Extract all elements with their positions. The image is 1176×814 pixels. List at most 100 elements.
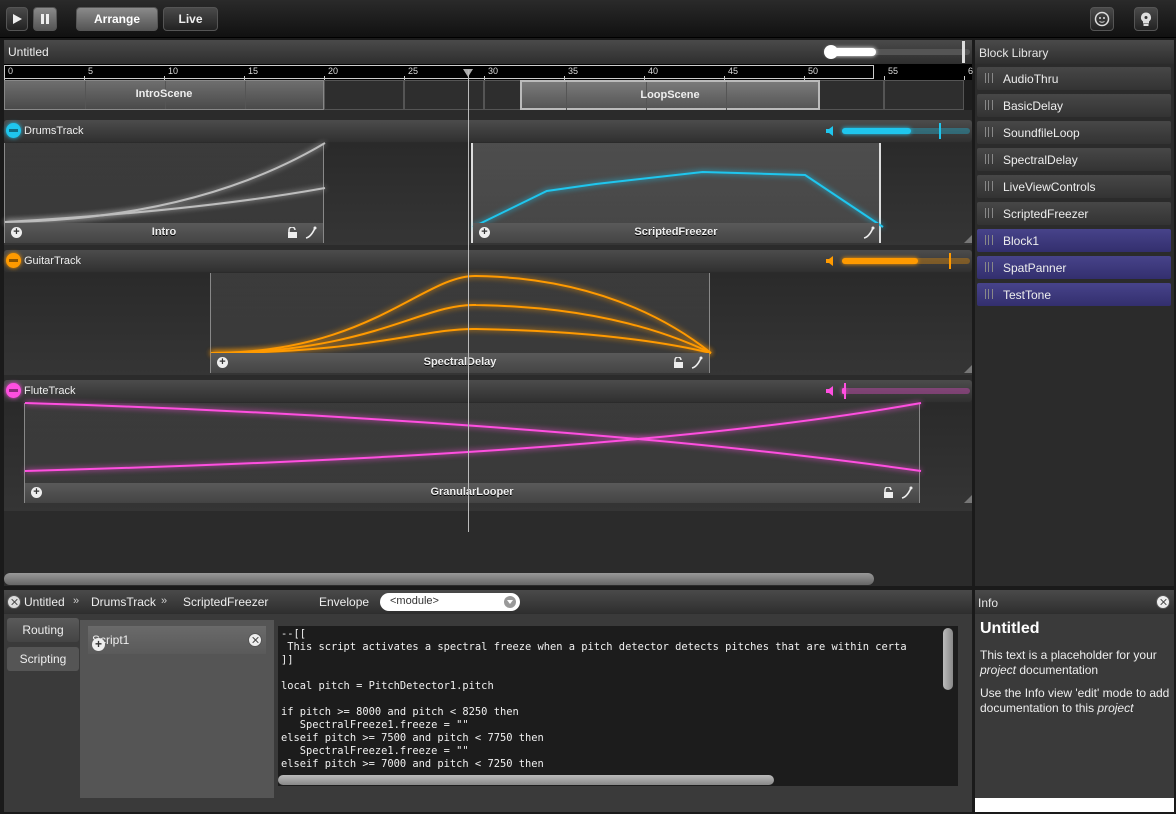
track-volume-slider[interactable] xyxy=(842,383,970,399)
timeline-ruler[interactable]: 0 5 10 15 20 25 30 35 40 45 50 55 6 xyxy=(4,64,973,80)
scene-block[interactable]: LoopScene xyxy=(520,80,820,110)
block-library-title: Block Library xyxy=(975,40,1174,64)
zoom-slider[interactable] xyxy=(824,41,970,63)
track-volume-handle[interactable] xyxy=(843,383,846,399)
block-title-bar[interactable]: + Intro xyxy=(5,223,323,243)
track-volume-slider[interactable] xyxy=(842,123,970,139)
track-color-icon[interactable] xyxy=(6,253,21,268)
envelope-curve-icon[interactable] xyxy=(305,226,318,239)
library-item[interactable]: TestTone xyxy=(977,283,1171,306)
info-paragraph: This text is a placeholder for your proj… xyxy=(980,648,1172,678)
pause-button[interactable] xyxy=(33,7,57,31)
library-item-label: SoundfileLoop xyxy=(1003,126,1080,140)
library-item-label: AudioThru xyxy=(1003,72,1059,86)
face-button[interactable] xyxy=(1090,7,1114,31)
scene-slot[interactable] xyxy=(404,80,484,110)
code-vertical-scrollbar[interactable] xyxy=(943,628,953,690)
lane-resize-handle[interactable] xyxy=(964,495,972,503)
editor-header: Untitled » DrumsTrack » ScriptedFreezer … xyxy=(4,590,972,614)
ruler-tick-label: 10 xyxy=(168,66,179,76)
library-item-label: BasicDelay xyxy=(1003,99,1064,113)
scene-name: IntroScene xyxy=(135,88,193,100)
library-item[interactable]: SpatPanner xyxy=(977,256,1171,279)
close-icon[interactable] xyxy=(248,633,262,647)
bulb-button[interactable] xyxy=(1134,7,1158,31)
drag-handle-icon xyxy=(985,289,993,299)
breadcrumb-project[interactable]: Untitled xyxy=(24,595,65,609)
envelope-curve-icon[interactable] xyxy=(901,486,914,499)
info-panel: Info Untitled This text is a placeholder… xyxy=(975,590,1174,812)
track-color-icon[interactable] xyxy=(6,383,21,398)
track-color-icon[interactable] xyxy=(6,123,21,138)
lane-resize-handle[interactable] xyxy=(964,235,972,243)
ruler-tick-label: 30 xyxy=(488,66,499,76)
ruler-tick-label: 0 xyxy=(8,66,14,76)
arrangement-block[interactable]: + Intro xyxy=(4,142,326,243)
track-header[interactable]: FluteTrack xyxy=(4,380,972,402)
library-item[interactable]: LiveViewControls xyxy=(977,175,1171,198)
info-text: This text is a placeholder for your xyxy=(980,648,1157,662)
breadcrumb-separator: » xyxy=(161,595,168,607)
script-code-editor[interactable]: --[[ This script activates a spectral fr… xyxy=(278,626,958,786)
speaker-icon[interactable] xyxy=(825,125,837,137)
live-mode-button[interactable]: Live xyxy=(163,7,218,31)
script-list-item[interactable]: Script1 xyxy=(88,626,266,654)
info-footer xyxy=(975,798,1174,812)
block-library-panel: Block Library AudioThru BasicDelay Soundfi… xyxy=(975,40,1174,586)
chevron-down-icon xyxy=(504,596,516,608)
automation-curve xyxy=(24,402,922,472)
track-name: GuitarTrack xyxy=(24,255,82,267)
track-volume-handle[interactable] xyxy=(948,253,951,269)
library-item[interactable]: SpectralDelay xyxy=(977,148,1171,171)
play-icon xyxy=(12,14,22,24)
track-volume-slider[interactable] xyxy=(842,253,970,269)
scene-block[interactable]: IntroScene xyxy=(4,80,324,110)
drag-handle-icon xyxy=(985,154,993,164)
lane-resize-handle[interactable] xyxy=(964,365,972,373)
collapse-icon[interactable] xyxy=(7,595,21,609)
breadcrumb-track[interactable]: DrumsTrack xyxy=(91,595,156,609)
envelope-curve-icon[interactable] xyxy=(691,356,704,369)
scene-slot[interactable] xyxy=(884,80,964,110)
library-item[interactable]: SoundfileLoop xyxy=(977,121,1171,144)
library-item[interactable]: AudioThru xyxy=(977,67,1171,90)
lock-icon[interactable] xyxy=(287,226,299,238)
arrange-horizontal-scrollbar[interactable] xyxy=(4,573,874,585)
library-item[interactable]: ScriptedFreezer xyxy=(977,202,1171,225)
arrangement-block[interactable]: + SpectralDelay xyxy=(210,273,712,373)
play-button[interactable] xyxy=(6,7,28,31)
tab-routing[interactable]: Routing xyxy=(7,618,79,642)
library-item[interactable]: BasicDelay xyxy=(977,94,1171,117)
block-name: ScriptedFreezer xyxy=(634,226,718,238)
code-line: SpectralFreeze1.freeze = "" xyxy=(281,719,469,731)
speaker-icon[interactable] xyxy=(825,385,837,397)
envelope-select[interactable]: <module> xyxy=(380,593,520,611)
lock-icon[interactable] xyxy=(883,486,895,498)
speaker-icon[interactable] xyxy=(825,255,837,267)
block-title-bar[interactable]: + GranularLooper xyxy=(25,483,919,503)
breadcrumb-separator: » xyxy=(73,595,80,607)
arrangement-block[interactable]: + ScriptedFreezer xyxy=(471,143,884,243)
code-line: elseif pitch >= 7500 and pitch < 7750 th… xyxy=(281,732,544,744)
arrange-mode-button[interactable]: Arrange xyxy=(76,7,158,31)
zoom-slider-knob[interactable] xyxy=(824,45,838,59)
scene-name: LoopScene xyxy=(640,89,700,101)
arrangement-block[interactable]: + GranularLooper xyxy=(24,402,922,503)
track-header[interactable]: DrumsTrack xyxy=(4,120,972,142)
library-item[interactable]: Block1 xyxy=(977,229,1171,252)
code-horizontal-scrollbar[interactable] xyxy=(278,775,774,785)
track-name: DrumsTrack xyxy=(24,125,84,137)
library-item-label: Block1 xyxy=(1003,234,1040,248)
close-icon[interactable] xyxy=(1156,595,1170,609)
envelope-curve-icon[interactable] xyxy=(863,226,876,239)
arrange-view: Untitled 0 5 10 15 20 25 30 35 40 45 50 55 6 IntroSc… xyxy=(4,40,973,586)
lock-icon[interactable] xyxy=(673,356,685,368)
block-title-bar[interactable]: + ScriptedFreezer xyxy=(473,223,879,243)
scene-slot[interactable] xyxy=(324,80,404,110)
track-volume-handle[interactable] xyxy=(938,123,941,139)
drag-handle-icon xyxy=(985,208,993,218)
block-title-bar[interactable]: + SpectralDelay xyxy=(211,353,709,373)
add-script-icon[interactable]: + xyxy=(92,638,105,651)
tab-scripting[interactable]: Scripting xyxy=(7,647,79,671)
track-header[interactable]: GuitarTrack xyxy=(4,250,972,272)
